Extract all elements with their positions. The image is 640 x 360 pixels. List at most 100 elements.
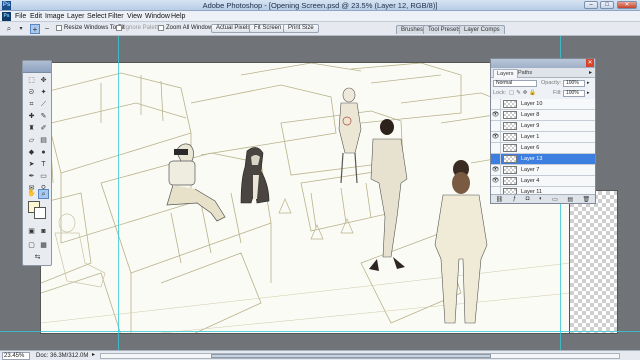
layer-row[interactable]: 👁 Layer 7 — [491, 165, 595, 176]
lasso-tool-icon[interactable]: ᘐ — [26, 88, 37, 98]
layer-row[interactable]: Layer 10 — [491, 99, 595, 110]
jump-to-imageready-icon[interactable]: ⇆ — [32, 253, 43, 263]
checkbox-box[interactable] — [116, 25, 122, 31]
minimize-button[interactable]: – — [584, 1, 598, 9]
layer-row[interactable]: 👁 Layer 1 — [491, 132, 595, 143]
lock-icons[interactable]: ▢✎✥🔒 — [509, 89, 538, 98]
layers-panel-footer: ⛓ ƒ ◘ ◐ ▭ ▤ 🗑 — [491, 194, 595, 203]
zoom-level-field[interactable]: 23.45% — [2, 352, 30, 360]
blend-mode-select[interactable]: Normal — [493, 80, 537, 87]
checkbox-box[interactable] — [158, 25, 164, 31]
layer-row[interactable]: 👁 Layer 8 — [491, 110, 595, 121]
type-tool-icon[interactable]: T — [38, 160, 49, 170]
zoom-all-windows-label: Zoom All Windows — [166, 25, 216, 31]
brush-tool-icon[interactable]: ✎ — [38, 112, 49, 122]
blur-tool-icon[interactable]: ◆ — [26, 148, 37, 158]
tab-paths[interactable]: Paths — [515, 69, 535, 78]
layers-panel: ✕ Layers Paths ▸ Normal Opacity: 100% ▸ … — [490, 58, 596, 204]
close-button[interactable]: ✕ — [617, 1, 637, 9]
tab-layers[interactable]: Layers — [493, 69, 518, 78]
print-size-button[interactable]: Print Size — [283, 24, 319, 33]
crop-tool-icon[interactable]: ⌗ — [26, 100, 37, 110]
zoom-tool-icon[interactable]: ⌕ — [4, 24, 14, 34]
layer-row[interactable]: Layer 6 — [491, 143, 595, 154]
lock-label: Lock: — [493, 90, 507, 96]
toolbox-header[interactable] — [23, 61, 51, 73]
menu-filter[interactable]: Filter — [108, 13, 124, 20]
standard-mode-icon[interactable]: ▣ — [26, 227, 37, 237]
menu-view[interactable]: View — [127, 13, 142, 20]
doc-size-info[interactable]: Doc: 36.3M/312.0M — [36, 352, 88, 360]
fill-input[interactable]: 100% — [563, 90, 585, 97]
menu-select[interactable]: Select — [87, 13, 106, 20]
eye-hidden-icon[interactable] — [491, 154, 501, 164]
resize-windows-checkbox[interactable]: Resize Windows To Fit — [56, 25, 125, 31]
maximize-button[interactable]: □ — [600, 1, 614, 9]
layers-panel-header[interactable]: ✕ — [491, 59, 595, 68]
opacity-arrow-icon[interactable]: ▸ — [587, 79, 590, 88]
eye-icon[interactable]: 👁 — [491, 176, 501, 186]
slice-tool-icon[interactable]: ⟋ — [38, 100, 49, 110]
horizontal-scrollbar[interactable] — [100, 353, 620, 359]
shape-tool-icon[interactable]: ▭ — [38, 172, 49, 182]
zoom-tool-selected-icon[interactable]: ⌕ — [38, 189, 49, 199]
layer-row[interactable]: 👁 Layer 4 — [491, 176, 595, 187]
eraser-tool-icon[interactable]: ▱ — [26, 136, 37, 146]
menu-layer[interactable]: Layer — [67, 13, 85, 20]
screen-mode-1-icon[interactable]: ▢ — [26, 241, 37, 251]
clone-stamp-icon[interactable]: ♜ — [26, 124, 37, 134]
status-bar: 23.45% Doc: 36.3M/312.0M ▸ — [0, 350, 640, 360]
gradient-tool-icon[interactable]: ▤ — [38, 136, 49, 146]
healing-brush-icon[interactable]: ✚ — [26, 112, 37, 122]
layer-style-icon[interactable]: ƒ — [513, 196, 516, 202]
scrollbar-thumb[interactable] — [211, 354, 491, 358]
zoom-all-windows-checkbox[interactable]: Zoom All Windows — [158, 25, 215, 31]
status-menu-arrow-icon[interactable]: ▸ — [92, 351, 95, 358]
adjustment-layer-icon[interactable]: ◐ — [539, 196, 543, 202]
vertical-guide[interactable] — [118, 36, 119, 350]
pen-tool-icon[interactable]: ✒ — [26, 172, 37, 182]
history-brush-icon[interactable]: ✐ — [38, 124, 49, 134]
eye-icon[interactable]: 👁 — [491, 110, 501, 120]
menu-help[interactable]: Help — [171, 13, 185, 20]
menu-file[interactable]: File — [15, 13, 26, 20]
menu-window[interactable]: Window — [145, 13, 170, 20]
horizontal-guide[interactable] — [0, 331, 640, 332]
zoom-out-icon[interactable]: − — [42, 24, 52, 34]
hand-tool-icon[interactable]: ✋ — [26, 189, 37, 199]
eye-hidden-icon[interactable] — [491, 99, 501, 109]
layer-row[interactable]: Layer 9 — [491, 121, 595, 132]
move-tool-icon[interactable]: ✥ — [38, 76, 49, 86]
link-layers-icon[interactable]: ⛓ — [496, 196, 504, 203]
blend-opacity-row: Normal Opacity: 100% ▸ — [491, 79, 595, 88]
new-layer-icon[interactable]: ▤ — [567, 196, 573, 203]
checkbox-box[interactable] — [56, 25, 62, 31]
panel-menu-icon[interactable]: ▸ — [589, 69, 592, 76]
eye-hidden-icon[interactable] — [491, 121, 501, 131]
eye-icon[interactable]: 👁 — [491, 132, 501, 142]
app-title: Adobe Photoshop — [202, 1, 263, 10]
screen-mode-2-icon[interactable]: ▦ — [38, 241, 49, 251]
new-group-icon[interactable]: ▭ — [552, 196, 558, 203]
layer-row[interactable]: Layer 13 — [491, 154, 595, 165]
marquee-tool-icon[interactable]: ⬚ — [26, 76, 37, 86]
delete-layer-icon[interactable]: 🗑 — [583, 196, 591, 203]
fill-arrow-icon[interactable]: ▸ — [587, 89, 590, 98]
magic-wand-tool-icon[interactable]: ✦ — [38, 88, 49, 98]
layer-mask-icon[interactable]: ◘ — [526, 196, 530, 202]
close-icon[interactable]: ✕ — [586, 59, 594, 67]
opacity-input[interactable]: 100% — [563, 80, 585, 87]
menu-edit[interactable]: Edit — [30, 13, 42, 20]
dodge-tool-icon[interactable]: ● — [38, 148, 49, 158]
menu-image[interactable]: Image — [45, 13, 64, 20]
tab-layer-comps[interactable]: Layer Comps — [459, 25, 505, 34]
eye-hidden-icon[interactable] — [491, 143, 501, 153]
background-color-swatch[interactable] — [34, 207, 46, 219]
zoom-in-icon[interactable]: + — [30, 24, 40, 34]
eye-icon[interactable]: 👁 — [491, 165, 501, 175]
opacity-label: Opacity: — [541, 80, 562, 86]
quick-mask-icon[interactable]: ◙ — [38, 227, 49, 237]
path-selection-icon[interactable]: ➤ — [26, 160, 37, 170]
fit-screen-button[interactable]: Fit Screen — [249, 24, 287, 33]
tool-preset-dropdown-icon[interactable]: ▾ — [16, 24, 26, 34]
